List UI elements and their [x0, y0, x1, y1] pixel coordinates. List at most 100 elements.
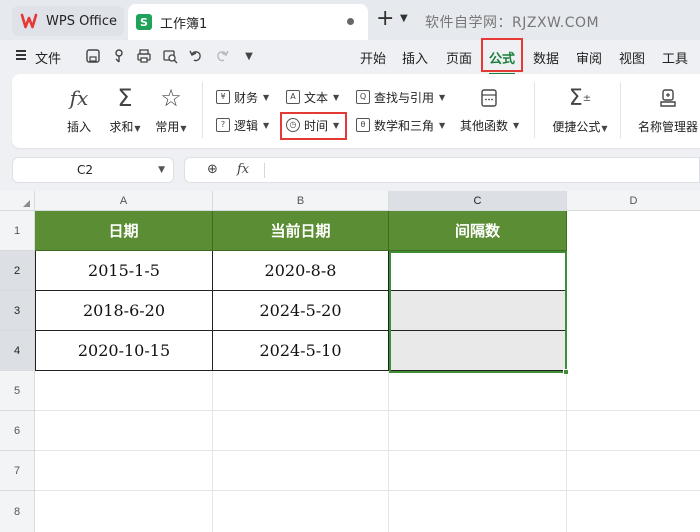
common-functions-button[interactable]: ☆ 常用▼: [148, 84, 194, 135]
chevron-down-icon[interactable]: ▼: [400, 13, 408, 24]
spreadsheet-grid[interactable]: A B C D 1 2 3 4 5 6 7 8 日期 当前日期 间隔数 2015…: [0, 191, 700, 532]
finance-label: 财务: [234, 90, 259, 105]
cell-reference: C2: [77, 163, 94, 177]
spreadsheet-icon: S: [136, 14, 152, 30]
name-manager-button[interactable]: 名称管理器: [636, 84, 700, 135]
tab-page[interactable]: 页面: [446, 48, 472, 67]
chevron-down-icon: ▼: [180, 124, 187, 133]
grid-line: [35, 490, 700, 491]
finance-icon: ¥: [216, 90, 230, 104]
title-bar: WPS Office S 工作簿1 + ▼ 软件自学网：RJZXW.COM: [0, 0, 700, 40]
tab-review[interactable]: 审阅: [576, 48, 602, 67]
customize-chevron-icon[interactable]: ▼: [240, 47, 258, 65]
column-header-b[interactable]: B: [213, 191, 389, 211]
file-menu[interactable]: 文件: [35, 48, 61, 67]
row-header-3[interactable]: 3: [0, 291, 35, 331]
wps-logo-icon: [20, 12, 38, 30]
fx-icon: fx: [69, 86, 89, 110]
undo-icon[interactable]: [187, 47, 205, 65]
logic-icon: ?: [216, 118, 230, 132]
header-cell-date[interactable]: 日期: [35, 211, 213, 251]
sum-label: 求和: [109, 120, 134, 134]
chevron-down-icon: ▼: [601, 124, 608, 133]
tab-tools[interactable]: 工具: [662, 48, 688, 67]
lookup-button[interactable]: Q 查找与引用 ▼: [356, 87, 445, 107]
fill-handle[interactable]: [563, 369, 569, 375]
time-button-highlight: [280, 112, 347, 140]
formula-tab-highlight: [481, 38, 523, 72]
home-tab-label: WPS Office: [46, 13, 118, 29]
insert-function-button[interactable]: fx 插入: [56, 84, 102, 135]
tab-data[interactable]: 数据: [533, 48, 559, 67]
row-header-1[interactable]: 1: [0, 211, 35, 251]
sigma-icon: Σ: [117, 84, 133, 112]
text-button[interactable]: A 文本 ▼: [286, 87, 339, 107]
chevron-down-icon: ▼: [263, 120, 270, 130]
cell-b3[interactable]: 2024-5-20: [213, 291, 389, 331]
share-icon[interactable]: [110, 47, 128, 65]
column-header-d[interactable]: D: [567, 191, 700, 211]
quick-formula-label: 便捷公式: [552, 120, 601, 134]
ribbon-separator: [620, 82, 621, 138]
row-header-4[interactable]: 4: [0, 331, 35, 371]
star-icon: ☆: [160, 84, 182, 112]
sum-button[interactable]: Σ 求和▼: [102, 84, 148, 135]
cell-c4[interactable]: [389, 331, 567, 371]
logic-button[interactable]: ? 逻辑 ▼: [216, 115, 269, 135]
chevron-down-icon: ▼: [134, 124, 141, 133]
name-manager-icon: [636, 84, 700, 112]
chevron-down-icon: ▼: [333, 92, 340, 102]
menu-hamburger-icon[interactable]: [16, 50, 26, 60]
ribbon: fx 插入 Σ 求和▼ ☆ 常用▼ ¥ 财务 ▼ A 文本 ▼ Q 查找与引用 ▼ ?…: [12, 74, 700, 148]
redo-icon[interactable]: [213, 47, 231, 65]
grid-line: [35, 410, 700, 411]
header-cell-interval[interactable]: 间隔数: [389, 211, 567, 251]
insert-function-label: 插入: [66, 120, 91, 134]
column-header-a[interactable]: A: [35, 191, 213, 211]
print-icon[interactable]: [135, 47, 153, 65]
cell-b4[interactable]: 2024-5-10: [213, 331, 389, 371]
text-icon: A: [286, 90, 300, 104]
zoom-magnifier-icon[interactable]: ⊕: [207, 162, 218, 177]
save-icon[interactable]: [84, 47, 102, 65]
cell-b2[interactable]: 2020-8-8: [213, 251, 389, 291]
chevron-down-icon: ▼: [513, 120, 520, 130]
cell-a4[interactable]: 2020-10-15: [35, 331, 213, 371]
row-header-7[interactable]: 7: [0, 451, 35, 491]
quick-formula-button[interactable]: Σ ± 便捷公式▼: [552, 84, 608, 135]
other-functions-label-row[interactable]: 其他函数 ▼: [460, 115, 519, 135]
new-tab-plus-icon[interactable]: +: [376, 8, 394, 30]
other-functions-button[interactable]: [466, 84, 512, 112]
chevron-down-icon[interactable]: ▼: [158, 165, 165, 175]
row-header-8[interactable]: 8: [0, 491, 35, 532]
document-tab[interactable]: S 工作簿1: [128, 4, 368, 40]
formula-bar[interactable]: ⊕ fx: [184, 157, 700, 183]
row-header-6[interactable]: 6: [0, 411, 35, 451]
finance-button[interactable]: ¥ 财务 ▼: [216, 87, 269, 107]
cell-a3[interactable]: 2018-6-20: [35, 291, 213, 331]
math-label: 数学和三角: [374, 118, 435, 133]
header-cell-current-date[interactable]: 当前日期: [213, 211, 389, 251]
fx-label[interactable]: fx: [237, 162, 249, 177]
cell-c3[interactable]: [389, 291, 567, 331]
unsaved-dot-icon[interactable]: [347, 18, 354, 25]
tab-home[interactable]: 开始: [360, 48, 386, 67]
tab-insert[interactable]: 插入: [402, 48, 428, 67]
name-manager-label: 名称管理器: [637, 120, 698, 134]
row-header-5[interactable]: 5: [0, 371, 35, 411]
document-tab-label: 工作簿1: [160, 16, 208, 32]
math-button[interactable]: θ 数学和三角 ▼: [356, 115, 445, 135]
column-header-c[interactable]: C: [389, 191, 567, 211]
tab-view[interactable]: 视图: [619, 48, 645, 67]
text-label: 文本: [304, 90, 329, 105]
print-preview-icon[interactable]: [161, 47, 179, 65]
home-tab[interactable]: WPS Office: [12, 6, 124, 36]
name-box[interactable]: C2 ▼: [12, 157, 174, 183]
select-all-corner[interactable]: [0, 191, 35, 211]
chevron-down-icon: ▼: [263, 92, 270, 102]
grid-line: [35, 450, 700, 451]
formula-divider: [264, 163, 265, 178]
cell-c2[interactable]: [389, 251, 567, 291]
cell-a2[interactable]: 2015-1-5: [35, 251, 213, 291]
row-header-2[interactable]: 2: [0, 251, 35, 291]
